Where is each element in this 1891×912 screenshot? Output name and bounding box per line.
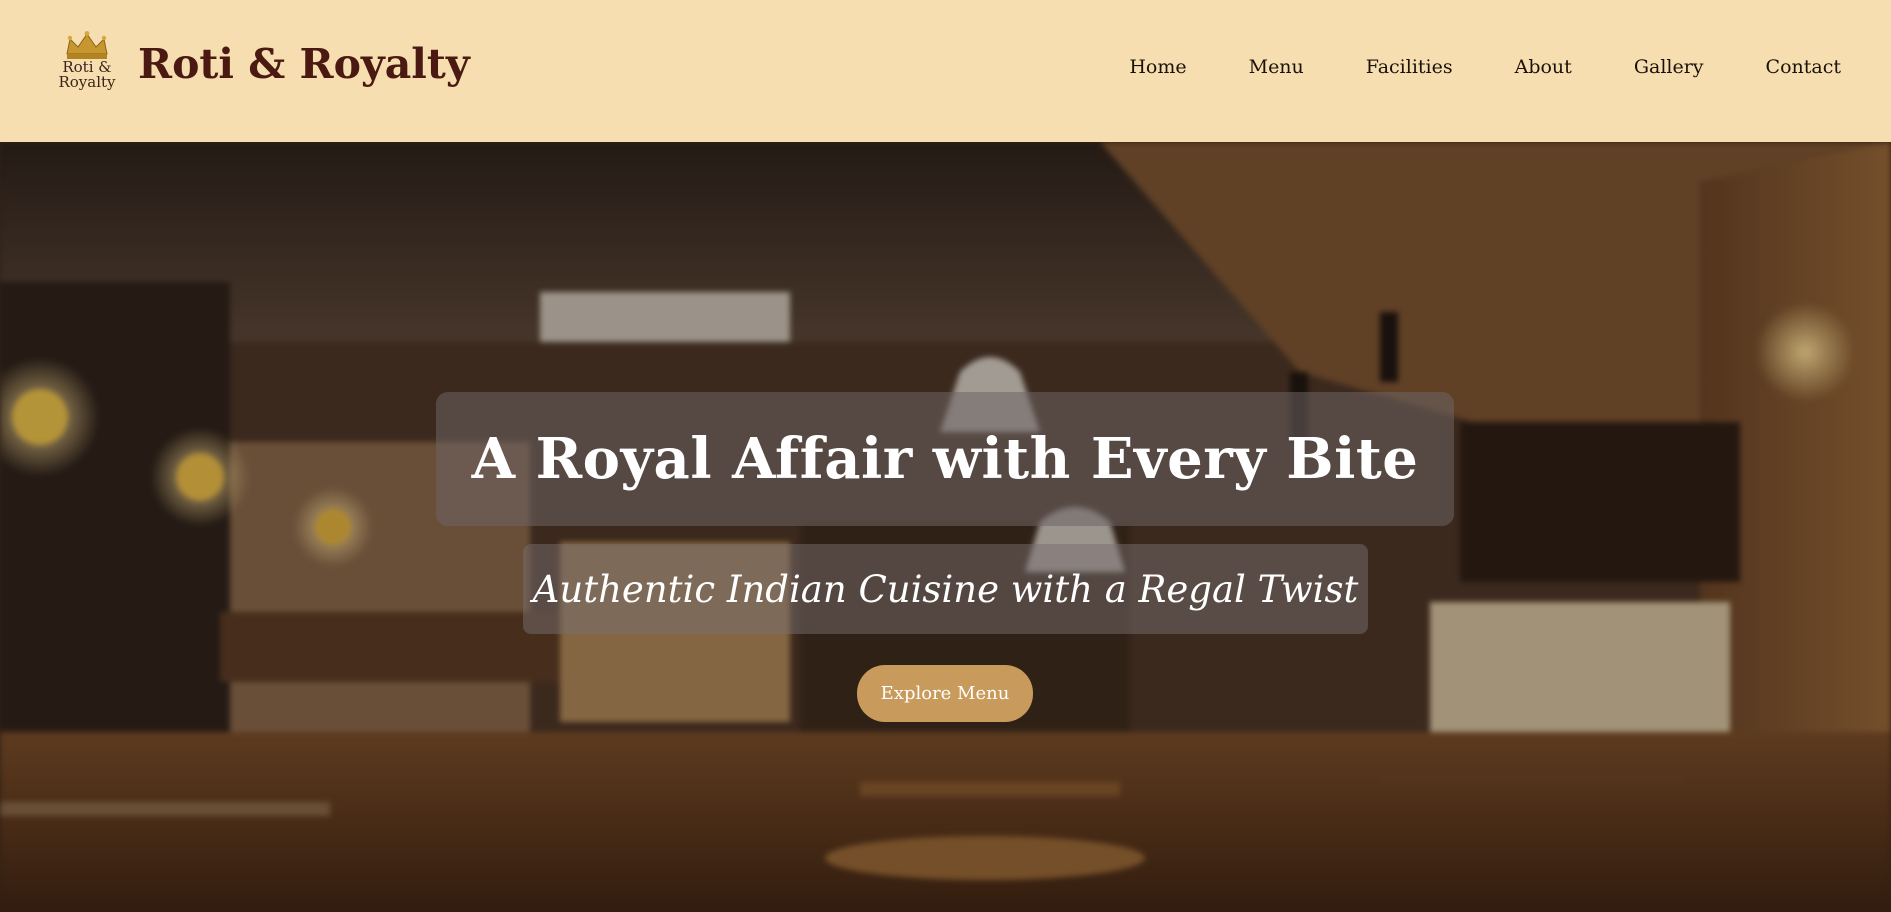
- nav-gallery[interactable]: Gallery: [1634, 56, 1704, 78]
- nav-contact[interactable]: Contact: [1766, 56, 1841, 78]
- hero-overlay: [0, 142, 1891, 912]
- hero-section: A Royal Affair with Every Bite Authentic…: [0, 142, 1891, 912]
- logo-mark: Roti & Royalty: [52, 30, 122, 98]
- brand-name[interactable]: Roti & Royalty: [138, 40, 470, 88]
- hero-subtitle-box: Authentic Indian Cuisine with a Regal Tw…: [523, 544, 1368, 634]
- logo[interactable]: Roti & Royalty: [52, 30, 122, 98]
- hero-title-box: A Royal Affair with Every Bite: [436, 392, 1454, 526]
- explore-menu-button[interactable]: Explore Menu: [857, 665, 1033, 722]
- nav-facilities[interactable]: Facilities: [1366, 56, 1453, 78]
- nav-about[interactable]: About: [1515, 56, 1572, 78]
- crown-icon: [66, 31, 108, 59]
- nav-home[interactable]: Home: [1129, 56, 1186, 78]
- logo-text-line2: Royalty: [58, 73, 116, 91]
- main-nav: Home Menu Facilities About Gallery Conta…: [1067, 56, 1841, 78]
- hero-title: A Royal Affair with Every Bite: [471, 426, 1419, 492]
- site-header: Roti & Royalty Roti & Royalty Home Menu …: [0, 0, 1891, 142]
- hero-subtitle: Authentic Indian Cuisine with a Regal Tw…: [532, 567, 1359, 611]
- nav-menu[interactable]: Menu: [1249, 56, 1304, 78]
